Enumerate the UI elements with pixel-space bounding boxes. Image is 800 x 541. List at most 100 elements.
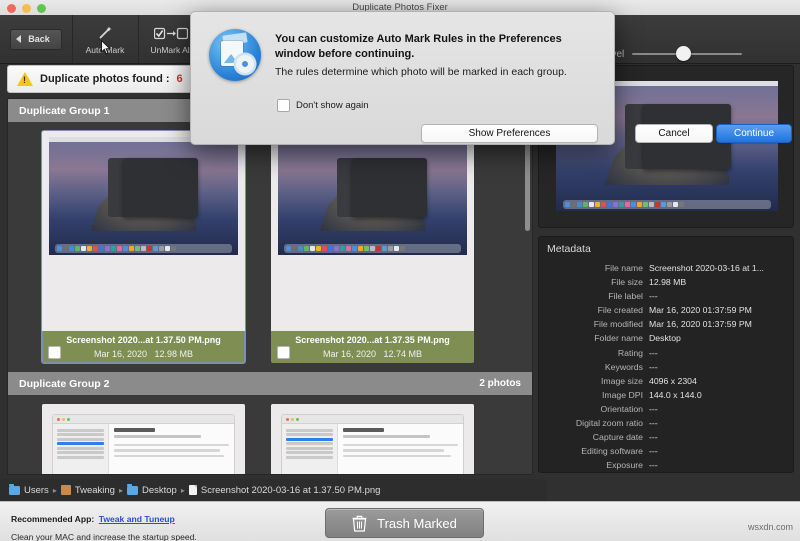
- metadata-value: ---: [649, 403, 658, 414]
- auto-mark-button[interactable]: Auto Mark: [72, 15, 139, 63]
- dock-shape: [562, 200, 772, 209]
- breadcrumb-separator-icon: ▸: [118, 485, 123, 495]
- group-1-thumbnails: Screenshot 2020...at 1.37.50 PM.png Mar …: [8, 122, 532, 364]
- dialog-body: The rules determine which photo will be …: [275, 66, 567, 78]
- duplicate-groups-list[interactable]: Duplicate Group 1 Screenshot 2020...at 1…: [7, 98, 533, 475]
- back-button[interactable]: Back: [0, 15, 73, 63]
- breadcrumb-item-file[interactable]: Screenshot 2020-03-16 at 1.37.50 PM.png: [188, 484, 381, 496]
- photo-name: Screenshot 2020...at 1.37.35 PM.png: [295, 335, 450, 345]
- photo-card[interactable]: System Cleaner: [271, 404, 474, 474]
- metadata-key: Folder name: [594, 333, 643, 344]
- app-window-preview: [52, 414, 235, 474]
- photo-checkbox[interactable]: [48, 346, 61, 359]
- group-count: 2 photos: [479, 378, 521, 389]
- trash-icon: [352, 515, 367, 532]
- cancel-button[interactable]: Cancel: [635, 124, 713, 143]
- vertical-scrollbar[interactable]: [525, 131, 530, 461]
- photo-meta: Mar 16, 2020 12.98 MB: [42, 347, 245, 363]
- dont-show-again-checkbox[interactable]: [277, 99, 290, 112]
- preview-title-bar: [282, 415, 463, 424]
- metadata-title: Metadata: [547, 243, 591, 255]
- photo-date: Mar 16, 2020: [322, 349, 376, 359]
- group-title: Duplicate Group 1: [19, 104, 110, 117]
- photo-thumbnail[interactable]: [42, 131, 245, 331]
- dialog-heading: You can customize Auto Mark Rules in the…: [275, 33, 562, 60]
- breadcrumb-item-desktop[interactable]: Desktop: [126, 483, 177, 496]
- metadata-value: 144.0 x 144.0: [649, 389, 702, 400]
- app-window: Duplicate Photos Fixer Back Auto Mark Un…: [0, 0, 800, 541]
- metadata-value: Mar 16, 2020 01:37:59 PM: [649, 319, 752, 330]
- metadata-row: Image size 4096 x 2304: [543, 374, 785, 388]
- metadata-row: File size 12.98 MB: [543, 275, 785, 289]
- metadata-key: File label: [608, 291, 643, 302]
- photo-name: Screenshot 2020...at 1.37.50 PM.png: [66, 335, 221, 345]
- metadata-row: Folder name Desktop: [543, 331, 785, 345]
- metadata-value: 12.98 MB: [649, 277, 687, 288]
- metadata-row: Image DPI 144.0 x 144.0: [543, 388, 785, 402]
- metadata-key: Keywords: [604, 361, 643, 372]
- photo-checkbox[interactable]: [277, 346, 290, 359]
- breadcrumb: Users ▸ Tweaking ▸ Desktop ▸ Screenshot …: [0, 479, 547, 501]
- recommended-label: Recommended App:: [11, 514, 95, 524]
- unmark-all-label: UnMark All: [150, 45, 192, 55]
- metadata-value: ---: [649, 291, 658, 302]
- app-window-preview: [281, 414, 464, 474]
- metadata-key: Rating: [617, 347, 643, 358]
- photo-card[interactable]: Logs Cleaner: [42, 404, 245, 474]
- photo-thumbnail[interactable]: [271, 131, 474, 331]
- show-preferences-button[interactable]: Show Preferences: [421, 124, 598, 143]
- metadata-value: ---: [649, 361, 658, 372]
- recommended-app-block: Recommended App: Tweak and Tuneup Clean …: [11, 509, 197, 541]
- metadata-panel: Metadata File name Screenshot 2020-03-16 …: [538, 236, 794, 473]
- folder-icon: [9, 483, 20, 495]
- group-header-2[interactable]: Duplicate Group 2 2 photos: [8, 372, 532, 395]
- dock-shape: [283, 244, 462, 253]
- trash-marked-button[interactable]: Trash Marked: [325, 508, 484, 538]
- photo-thumbnail[interactable]: [271, 404, 474, 474]
- metadata-value: ---: [649, 446, 658, 457]
- metadata-row: Capture date ---: [543, 430, 785, 444]
- scrollbar-thumb[interactable]: [525, 131, 530, 231]
- slider-handle[interactable]: [676, 46, 692, 61]
- metadata-row: Digital zoom ratio ---: [543, 416, 785, 430]
- metadata-row: Exposure ---: [543, 458, 785, 472]
- window-shape: [351, 158, 428, 218]
- photo-thumbnail[interactable]: [42, 404, 245, 474]
- preview-sidebar: [53, 424, 109, 474]
- home-folder-icon: [60, 485, 71, 495]
- dock-shape: [54, 244, 233, 253]
- photo-card[interactable]: Screenshot 2020...at 1.37.50 PM.png Mar …: [41, 130, 246, 364]
- metadata-row: File modified Mar 16, 2020 01:37:59 PM: [543, 317, 785, 331]
- breadcrumb-label: Screenshot 2020-03-16 at 1.37.50 PM.png: [200, 484, 381, 496]
- metadata-value: Desktop: [649, 333, 681, 344]
- macos-desktop-preview: [49, 137, 238, 255]
- metadata-key: Editing software: [581, 446, 643, 457]
- back-arrow-icon: [16, 34, 21, 43]
- photo-caption: Screenshot 2020...at 1.37.35 PM.png Mar …: [271, 331, 474, 363]
- macos-desktop-preview: [278, 137, 467, 255]
- metadata-row: File label ---: [543, 289, 785, 303]
- matching-level-slider[interactable]: [632, 46, 743, 61]
- preview-body: [53, 424, 234, 474]
- metadata-value: Mar 16, 2020 01:37:59 PM: [649, 305, 752, 316]
- breadcrumb-item-users[interactable]: Users: [9, 483, 49, 496]
- metadata-key: Capture date: [592, 432, 643, 443]
- metadata-key: Exposure: [606, 460, 643, 471]
- watermark: wsxdn.com: [747, 522, 793, 532]
- recommended-app-link[interactable]: Tweak and Tuneup: [99, 514, 175, 524]
- dont-show-again-label: Don't show again: [296, 100, 369, 111]
- breadcrumb-item-tweaking[interactable]: Tweaking: [60, 484, 115, 496]
- breadcrumb-label: Tweaking: [74, 484, 115, 496]
- unmark-all-icon: [154, 23, 188, 43]
- metadata-key: File modified: [593, 319, 643, 330]
- metadata-row: Keywords ---: [543, 360, 785, 374]
- metadata-key: File created: [597, 305, 643, 316]
- continue-button[interactable]: Continue: [716, 124, 792, 143]
- metadata-key: Image DPI: [601, 389, 643, 400]
- metadata-key: Image size: [600, 375, 643, 386]
- photo-card[interactable]: Screenshot 2020...at 1.37.35 PM.png Mar …: [271, 131, 474, 363]
- app-alert-icon: [209, 29, 261, 81]
- dont-show-again-row[interactable]: Don't show again: [277, 99, 369, 112]
- metadata-row: Editing software ---: [543, 444, 785, 458]
- metadata-key: Orientation: [600, 403, 644, 414]
